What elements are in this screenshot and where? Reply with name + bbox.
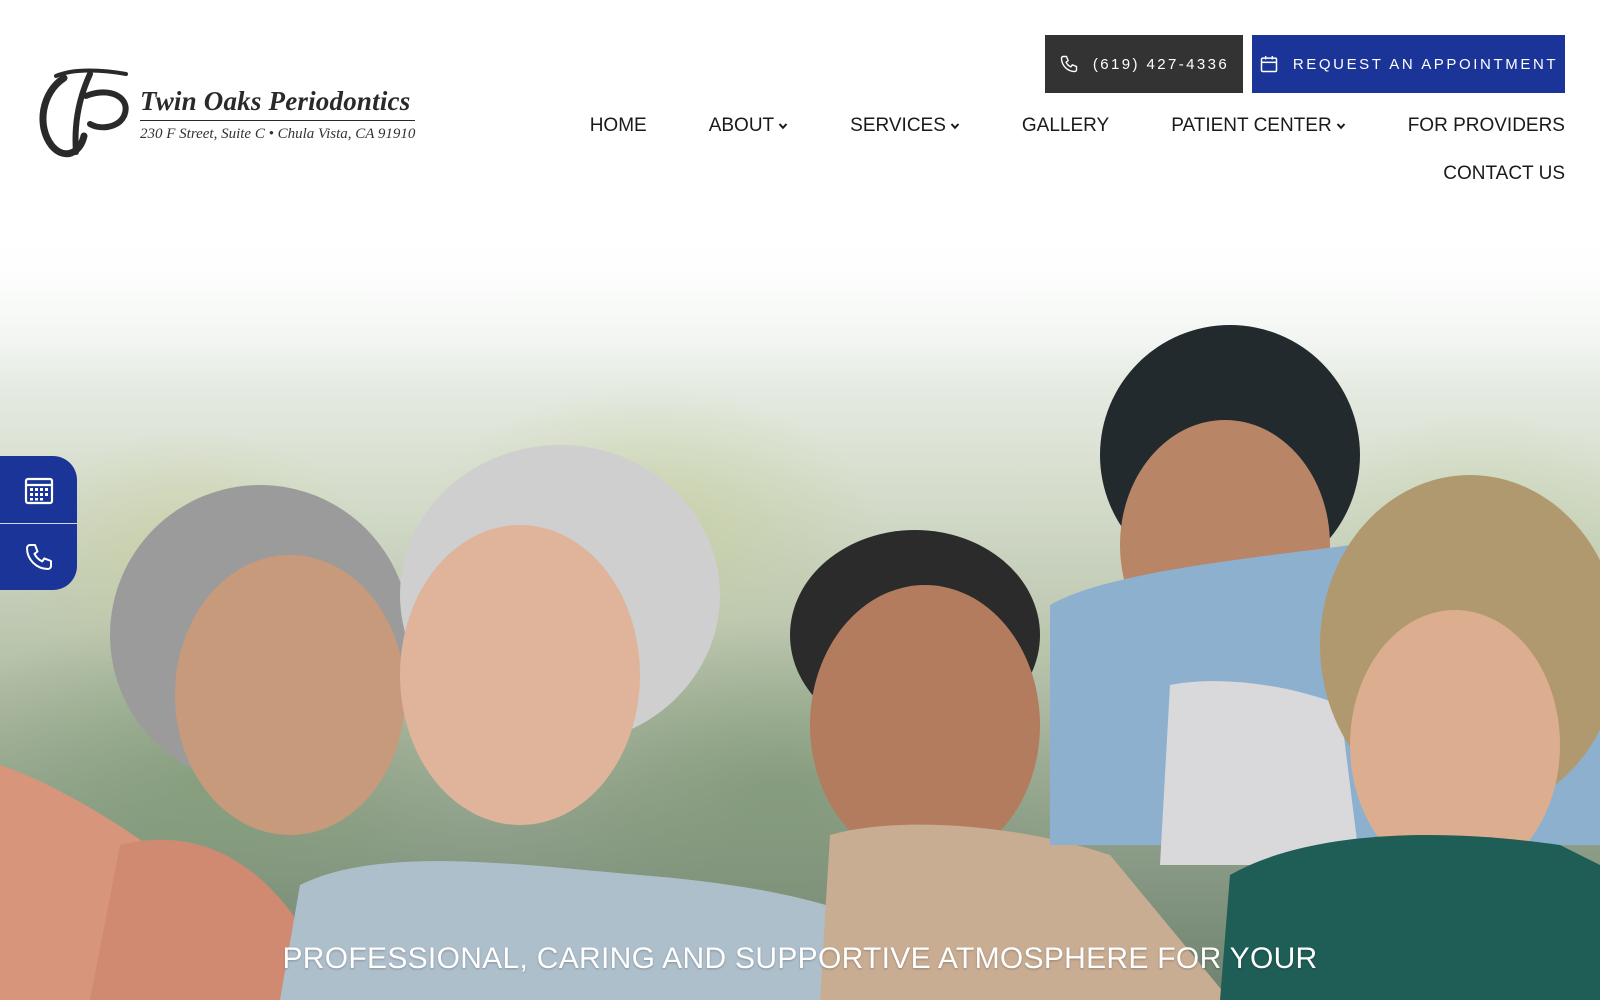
nav-item-label: HOME — [589, 115, 647, 136]
phone-icon — [1059, 54, 1079, 74]
header-actions: (619) 427-4336 REQUEST AN APPOINTMENT — [1045, 35, 1565, 93]
nav-item-label: SERVICES — [850, 115, 946, 136]
nav-row-primary: HOME ABOUT SERVICES GALLERY PATIENT CENT… — [590, 110, 1565, 142]
nav-item-home[interactable]: HOME — [590, 115, 647, 137]
hero-headline: PROFESSIONAL, CARING AND SUPPORTIVE ATMO… — [282, 942, 1318, 975]
side-quick-actions — [0, 456, 77, 590]
nav-item-contact-us[interactable]: CONTACT US — [1443, 163, 1565, 185]
nav-item-label: PATIENT CENTER — [1171, 115, 1332, 136]
call-button-label: (619) 427-4336 — [1092, 55, 1230, 73]
hero-photo-people — [0, 325, 1600, 1000]
logo-monogram-icon — [39, 68, 129, 158]
nav-item-about[interactable]: ABOUT — [709, 115, 788, 137]
nav-item-label: CONTACT US — [1443, 163, 1565, 184]
nav-item-label: FOR PROVIDERS — [1407, 115, 1565, 136]
chevron-down-icon — [778, 121, 788, 131]
chevron-down-icon — [950, 121, 960, 131]
request-appointment-button[interactable]: REQUEST AN APPOINTMENT — [1252, 35, 1565, 93]
logo-address: 230 F Street, Suite C • Chula Vista, CA … — [140, 125, 416, 142]
side-call-button[interactable] — [0, 523, 77, 590]
nav-item-label: GALLERY — [1021, 115, 1110, 136]
logo-name: Twin Oaks Periodontics — [140, 86, 416, 121]
site-header: Twin Oaks Periodontics 230 F Street, Sui… — [0, 0, 1600, 225]
side-appointment-button[interactable] — [0, 456, 77, 523]
hero-banner: PROFESSIONAL, CARING AND SUPPORTIVE ATMO… — [0, 225, 1600, 1000]
logo-text: Twin Oaks Periodontics 230 F Street, Sui… — [140, 86, 416, 143]
phone-icon — [23, 541, 55, 573]
calendar-icon — [23, 474, 55, 506]
chevron-down-icon — [1336, 121, 1346, 131]
call-button[interactable]: (619) 427-4336 — [1045, 35, 1243, 93]
nav-item-gallery[interactable]: GALLERY — [1022, 115, 1109, 137]
request-appointment-label: REQUEST AN APPOINTMENT — [1292, 55, 1559, 73]
nav-item-services[interactable]: SERVICES — [850, 115, 960, 137]
calendar-icon — [1259, 54, 1279, 74]
nav-item-patient-center[interactable]: PATIENT CENTER — [1171, 115, 1345, 137]
nav-item-for-providers[interactable]: FOR PROVIDERS — [1408, 115, 1565, 137]
site-logo[interactable]: Twin Oaks Periodontics 230 F Street, Sui… — [34, 66, 484, 162]
nav-item-label: ABOUT — [708, 115, 775, 136]
nav-row-secondary: CONTACT US — [605, 158, 1565, 190]
main-nav: HOME ABOUT SERVICES GALLERY PATIENT CENT… — [590, 110, 1565, 190]
